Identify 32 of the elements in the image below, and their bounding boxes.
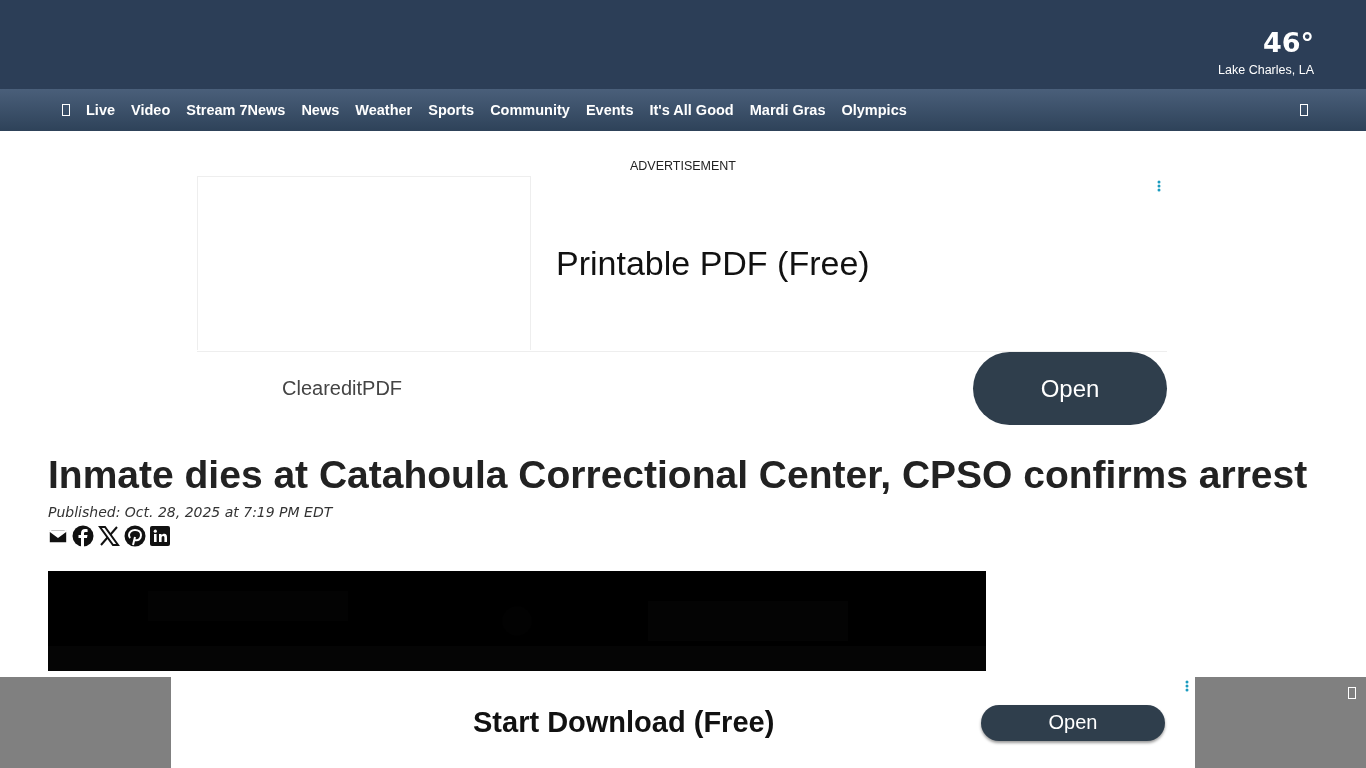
box-icon[interactable] (62, 104, 70, 116)
more-options-icon[interactable] (1185, 680, 1189, 692)
ad-headline[interactable]: Start Download (Free) (473, 706, 775, 739)
nav-link[interactable]: Sports (428, 102, 475, 118)
x-icon[interactable] (98, 525, 120, 547)
ad-banner[interactable]: Printable PDF (Free) CleareditPDF Open (197, 176, 1167, 425)
nav-link[interactable]: Weather (355, 102, 413, 118)
nav-link[interactable]: It's All Good (649, 102, 734, 118)
nav-link[interactable]: Stream 7News (186, 102, 286, 118)
close-icon[interactable] (1348, 687, 1356, 699)
ad-headline[interactable]: Printable PDF (Free) (556, 244, 870, 284)
nav-link[interactable]: News (301, 102, 340, 118)
open-button[interactable]: Open (981, 704, 1165, 741)
publish-date: Published: Oct. 28, 2025 at 7:19 PM EDT (48, 504, 334, 520)
linkedin-icon[interactable] (150, 526, 170, 546)
ad-banner[interactable]: Start Download (Free) Open (171, 677, 1195, 768)
nav-link[interactable]: Olympics (841, 102, 907, 118)
nav-link[interactable]: Live (86, 102, 115, 118)
ad-label: ADVERTISEMENT (629, 158, 736, 174)
location[interactable]: Lake Charles, LA (1218, 63, 1314, 77)
more-options-icon[interactable] (1157, 180, 1161, 192)
nav-link[interactable]: Video (131, 102, 171, 118)
box-icon[interactable] (1300, 104, 1308, 116)
advertiser-name: CleareditPDF (282, 377, 403, 400)
article-headline: Inmate dies at Catahoula Correctional Center, CPSO confirms arrest (48, 452, 1309, 498)
facebook-icon[interactable] (72, 525, 94, 547)
nav-link[interactable]: Community (490, 102, 570, 118)
open-button[interactable]: Open (973, 352, 1167, 425)
nav-link[interactable]: Mardi Gras (749, 102, 826, 118)
temperature[interactable]: 46° (1262, 27, 1314, 59)
pinterest-icon[interactable] (124, 525, 146, 547)
nav-link[interactable]: Events (585, 102, 634, 118)
